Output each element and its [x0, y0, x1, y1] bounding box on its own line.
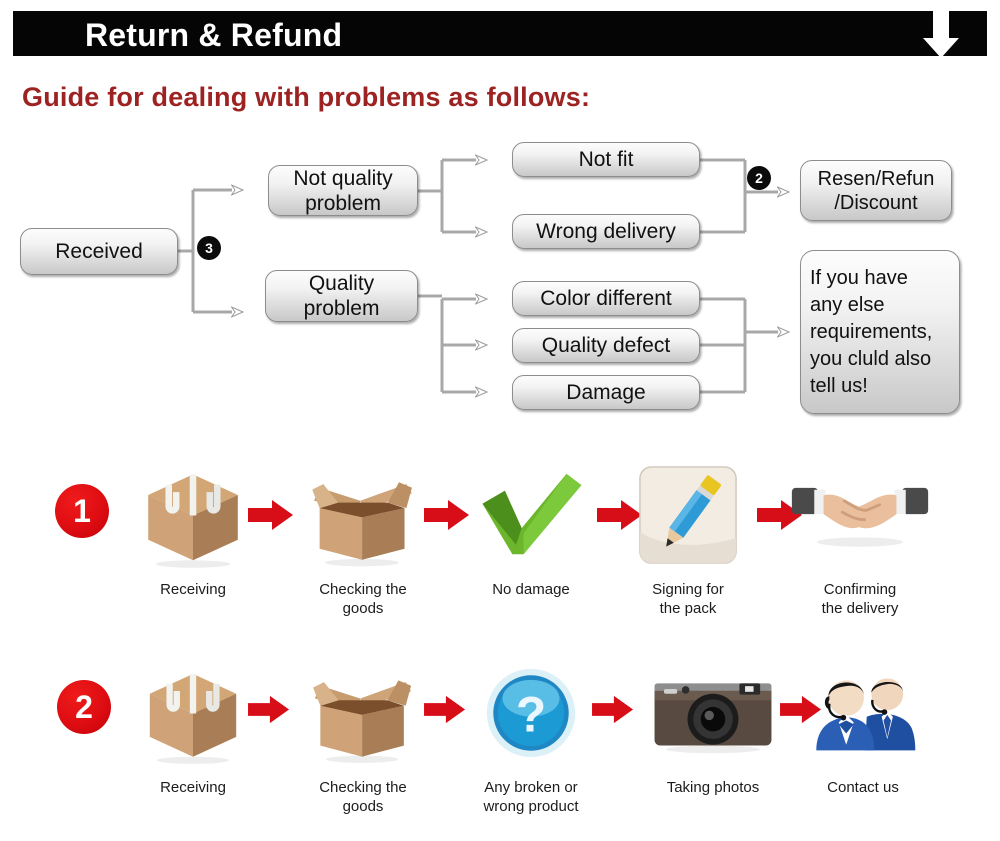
- flow-node-damage[interactable]: Damage: [512, 375, 700, 410]
- process-step-caption: Signing for the pack: [652, 581, 724, 617]
- process-step-caption: Checking the goods: [319, 779, 407, 815]
- problem-flowchart: Received Not quality problem Quality pro…: [0, 0, 1000, 430]
- camera-icon: [638, 654, 788, 772]
- flow-node-quality-defect[interactable]: Quality defect: [512, 328, 700, 363]
- process-step-receiving-1: Receiving: [118, 456, 268, 599]
- process-step-caption: Receiving: [160, 779, 226, 796]
- flow-node-not-quality-problem[interactable]: Not quality problem: [268, 165, 418, 216]
- open-box-icon: [288, 654, 438, 772]
- flow-node-other-requirements[interactable]: If you have any else requirements, you c…: [800, 250, 960, 414]
- process-step-caption: Any broken or wrong product: [483, 779, 579, 815]
- process-step-no-damage: No damage: [456, 456, 606, 599]
- process-step-receiving-2: Receiving: [118, 654, 268, 797]
- flow-node-not-quality-problem-label: Not quality problem: [293, 166, 393, 215]
- process-step-caption: Contact us: [827, 779, 899, 796]
- closed-box-icon: [118, 654, 268, 772]
- process-step-caption: Confirming the delivery: [821, 581, 899, 617]
- process-row-2: 2 Receiving Checking the goods ? Any bro…: [0, 652, 1000, 841]
- process-step-checking-2: Checking the goods: [288, 654, 438, 816]
- support-agents-icon: [788, 654, 938, 772]
- process-row-1-number: 1: [55, 484, 109, 538]
- process-step-confirming: Confirming the delivery: [785, 456, 935, 618]
- flow-badge-two: 2: [748, 167, 770, 189]
- process-row-2-number: 2: [57, 680, 111, 734]
- green-check-icon: [456, 456, 606, 574]
- process-step-caption: No damage: [492, 581, 570, 598]
- flow-node-wrong-delivery[interactable]: Wrong delivery: [512, 214, 700, 249]
- question-mark-icon: ?: [456, 654, 606, 772]
- flow-badge-three: 3: [198, 237, 220, 259]
- flow-node-quality-problem-label: Quality problem: [303, 272, 380, 320]
- flow-node-resend-refund-discount[interactable]: Resen/Refun /Discount: [800, 160, 952, 221]
- process-step-caption: Receiving: [160, 581, 226, 598]
- flow-node-quality-problem[interactable]: Quality problem: [265, 270, 418, 322]
- flow-node-resend-label: Resen/Refun /Discount: [817, 167, 935, 214]
- flow-node-received[interactable]: Received: [20, 228, 178, 275]
- svg-text:?: ?: [516, 686, 546, 742]
- process-step-caption: Checking the goods: [319, 581, 407, 617]
- process-step-caption: Taking photos: [666, 779, 760, 796]
- flow-node-other-requirements-label: If you have any else requirements, you c…: [810, 266, 933, 397]
- closed-box-icon: [118, 456, 268, 574]
- process-step-taking-photos: Taking photos: [638, 654, 788, 797]
- process-step-any-broken: ? Any broken or wrong product: [456, 654, 606, 816]
- flow-node-color-different[interactable]: Color different: [512, 281, 700, 316]
- process-row-1: 1 Receiving Checking the goods No damage…: [0, 452, 1000, 652]
- process-step-contact-us: Contact us: [788, 654, 938, 797]
- open-box-icon: [288, 456, 438, 574]
- process-step-signing: Signing for the pack: [613, 456, 763, 618]
- process-step-checking-1: Checking the goods: [288, 456, 438, 618]
- pencil-sign-icon: [613, 456, 763, 574]
- flow-node-not-fit[interactable]: Not fit: [512, 142, 700, 177]
- return-refund-banner: Return & Refund Guide for dealing with p…: [0, 0, 1000, 841]
- handshake-icon: [785, 456, 935, 574]
- red-arrow-icon: [592, 694, 638, 728]
